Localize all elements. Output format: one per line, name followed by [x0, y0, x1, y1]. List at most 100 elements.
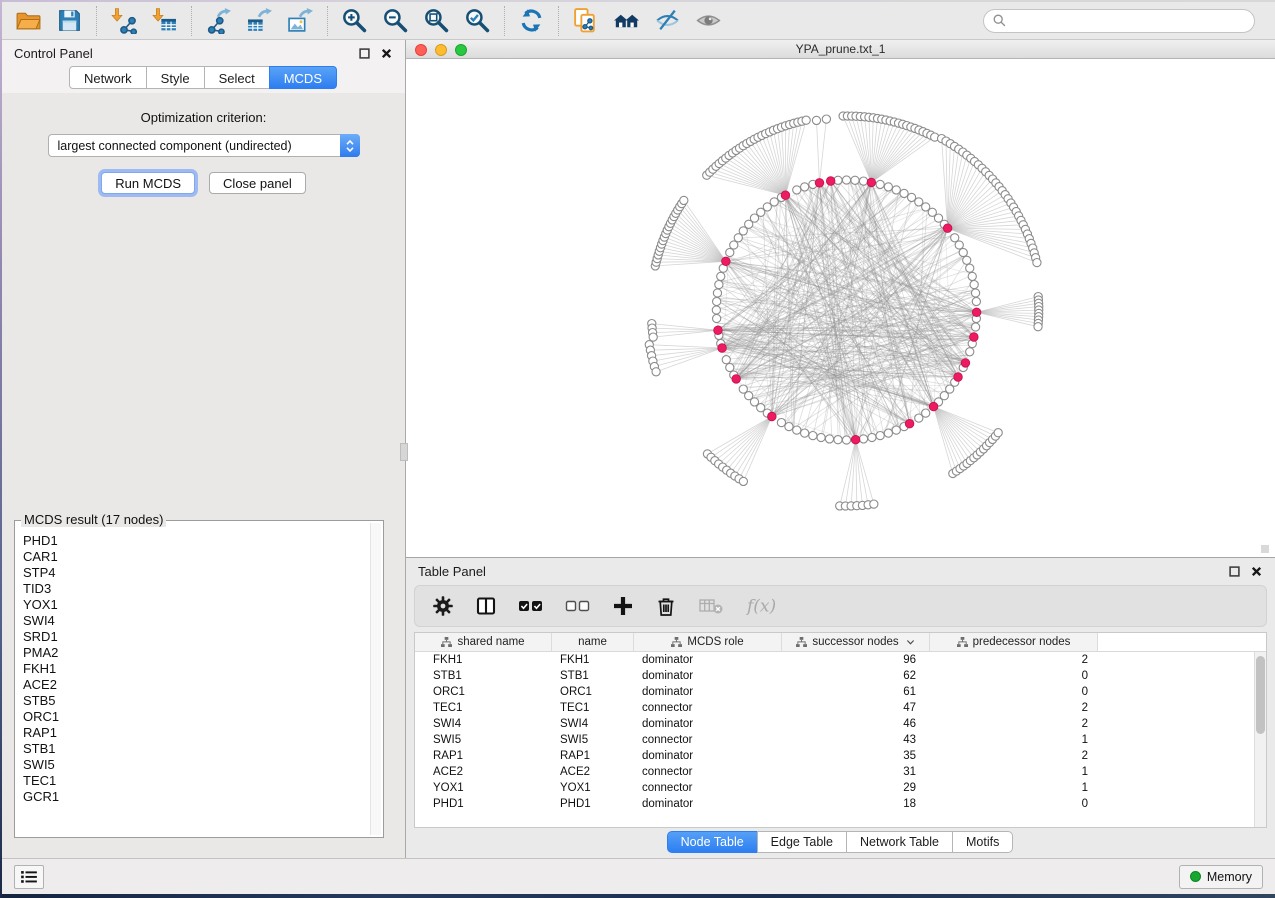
- delete-icon[interactable]: [655, 595, 677, 617]
- mcds-result-list[interactable]: PHD1CAR1STP4TID3YOX1SWI4SRD1PMA2FKH1ACE2…: [17, 531, 368, 835]
- tab-style[interactable]: Style: [146, 66, 205, 89]
- column-header-shared-name[interactable]: shared name: [415, 633, 552, 651]
- zoom-fit-icon[interactable]: [416, 4, 457, 38]
- tab-network[interactable]: Network: [69, 66, 147, 89]
- search-input[interactable]: [1012, 14, 1245, 28]
- mcds-result-item[interactable]: PMA2: [23, 645, 368, 661]
- mcds-result-item[interactable]: TEC1: [23, 773, 368, 789]
- maximize-window-icon[interactable]: [455, 44, 467, 56]
- columns-icon[interactable]: [475, 595, 497, 617]
- zoom-selected-icon[interactable]: [457, 4, 498, 38]
- mcds-result-item[interactable]: ORC1: [23, 709, 368, 725]
- close-panel-action-button[interactable]: Close panel: [209, 172, 306, 194]
- table-cell: connector: [634, 782, 782, 794]
- table-cell: PHD1: [415, 798, 552, 810]
- table-cell: 62: [782, 670, 930, 682]
- select-all-icon[interactable]: [518, 595, 544, 617]
- mcds-result-item[interactable]: GCR1: [23, 789, 368, 805]
- mcds-result-item[interactable]: ACE2: [23, 677, 368, 693]
- column-header-name[interactable]: name: [552, 633, 634, 651]
- run-mcds-button[interactable]: Run MCDS: [101, 172, 195, 194]
- mcds-result-item[interactable]: TID3: [23, 581, 368, 597]
- tab-network-table[interactable]: Network Table: [846, 831, 953, 853]
- mcds-result-item[interactable]: YOX1: [23, 597, 368, 613]
- import-network-icon[interactable]: [103, 4, 144, 38]
- memory-status-icon: [1190, 871, 1201, 882]
- table-cell: 29: [782, 782, 930, 794]
- add-icon[interactable]: [612, 595, 634, 617]
- gear-icon[interactable]: [432, 595, 454, 617]
- close-panel-button[interactable]: [380, 47, 393, 60]
- node-table[interactable]: shared namenameMCDS rolesuccessor nodesp…: [414, 632, 1267, 828]
- refresh-icon[interactable]: [511, 4, 552, 38]
- clone-network-icon[interactable]: [565, 4, 606, 38]
- panel-splitter-handle[interactable]: [400, 443, 408, 461]
- table-row[interactable]: SWI5SWI5connector431: [415, 732, 1266, 748]
- table-row[interactable]: FKH1FKH1dominator962: [415, 652, 1266, 668]
- mcds-result-item[interactable]: STB5: [23, 693, 368, 709]
- open-icon[interactable]: [8, 4, 49, 38]
- tab-select[interactable]: Select: [204, 66, 270, 89]
- table-row[interactable]: RAP1RAP1dominator352: [415, 748, 1266, 764]
- save-icon[interactable]: [49, 4, 90, 38]
- close-table-panel-button[interactable]: [1250, 565, 1263, 578]
- table-body: FKH1FKH1dominator962STB1STB1dominator620…: [415, 652, 1266, 812]
- mcds-result-item[interactable]: STP4: [23, 565, 368, 581]
- mcds-result-item[interactable]: STB1: [23, 741, 368, 757]
- float-panel-button[interactable]: [358, 47, 371, 60]
- mcds-result-item[interactable]: CAR1: [23, 549, 368, 565]
- export-table-icon[interactable]: [239, 4, 280, 38]
- mcds-result-item[interactable]: FKH1: [23, 661, 368, 677]
- tab-edge-table[interactable]: Edge Table: [757, 831, 847, 853]
- dropdown-value: largest connected component (undirected): [58, 139, 292, 153]
- table-row[interactable]: SWI4SWI4dominator462: [415, 716, 1266, 732]
- search-icon: [993, 14, 1006, 27]
- mcds-result-item[interactable]: SWI5: [23, 757, 368, 773]
- control-panel-title: Control Panel: [14, 46, 93, 61]
- minimize-window-icon[interactable]: [435, 44, 447, 56]
- network-canvas[interactable]: [406, 59, 1275, 557]
- mcds-panel: Optimization criterion: largest connecte…: [2, 93, 405, 858]
- export-network-icon[interactable]: [198, 4, 239, 38]
- table-row[interactable]: ORC1ORC1dominator610: [415, 684, 1266, 700]
- table-row[interactable]: STB1STB1dominator620: [415, 668, 1266, 684]
- zoom-in-icon[interactable]: [334, 4, 375, 38]
- network-window-titlebar[interactable]: YPA_prune.txt_1: [406, 40, 1275, 59]
- mcds-result-item[interactable]: RAP1: [23, 725, 368, 741]
- table-row[interactable]: YOX1YOX1connector291: [415, 780, 1266, 796]
- search-box[interactable]: [983, 9, 1255, 33]
- table-cell: ACE2: [415, 766, 552, 778]
- float-table-panel-button[interactable]: [1228, 565, 1241, 578]
- show-panels-button[interactable]: [14, 865, 44, 889]
- show-icon[interactable]: [688, 4, 729, 38]
- tab-node-table[interactable]: Node Table: [667, 831, 758, 853]
- import-table-icon[interactable]: [144, 4, 185, 38]
- column-header-predecessor-nodes[interactable]: predecessor nodes: [930, 633, 1098, 651]
- mcds-result-item[interactable]: SWI4: [23, 613, 368, 629]
- zoom-out-icon[interactable]: [375, 4, 416, 38]
- column-header-MCDS-role[interactable]: MCDS role: [634, 633, 782, 651]
- table-panel: Table Panel f(x) shared namenameMCDS rol…: [406, 558, 1275, 858]
- column-header-successor-nodes[interactable]: successor nodes: [782, 633, 930, 651]
- close-window-icon[interactable]: [415, 44, 427, 56]
- table-scrollbar-thumb[interactable]: [1256, 656, 1265, 734]
- tab-motifs[interactable]: Motifs: [952, 831, 1013, 853]
- table-row[interactable]: ACE2ACE2connector311: [415, 764, 1266, 780]
- table-row[interactable]: PHD1PHD1dominator180: [415, 796, 1266, 812]
- optimization-criterion-dropdown[interactable]: largest connected component (undirected): [48, 134, 360, 157]
- table-panel-title: Table Panel: [418, 564, 486, 579]
- table-cell: 2: [930, 654, 1098, 666]
- tab-mcds[interactable]: MCDS: [269, 66, 337, 89]
- deselect-all-icon[interactable]: [565, 595, 591, 617]
- hide-icon[interactable]: [647, 4, 688, 38]
- memory-button[interactable]: Memory: [1179, 865, 1263, 889]
- network-graph[interactable]: [406, 59, 1275, 557]
- table-scrollbar[interactable]: [1254, 652, 1266, 827]
- mcds-result-item[interactable]: PHD1: [23, 533, 368, 549]
- table-row[interactable]: TEC1TEC1connector472: [415, 700, 1266, 716]
- mcds-result-item[interactable]: SRD1: [23, 629, 368, 645]
- mcds-result-scrollbar[interactable]: [370, 523, 381, 835]
- export-image-icon[interactable]: [280, 4, 321, 38]
- table-cell: 0: [930, 686, 1098, 698]
- first-neighbors-icon[interactable]: [606, 4, 647, 38]
